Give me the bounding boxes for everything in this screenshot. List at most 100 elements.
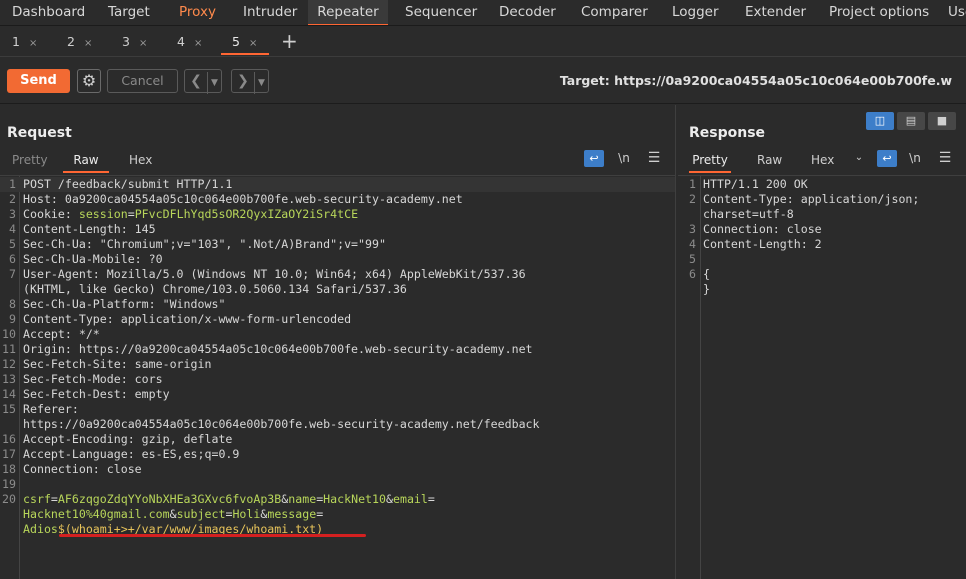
chevron-down-icon[interactable]: ⌄ (851, 149, 867, 169)
tab-intruder[interactable]: Intruder (243, 0, 297, 25)
code-line: 17 Accept-Language: es-ES,es;q=0.9 (0, 447, 675, 462)
tab-decoder[interactable]: Decoder (499, 0, 556, 25)
request-tab-pretty[interactable]: Pretty (12, 149, 48, 173)
repeater-tab-1[interactable]: 1 × (12, 31, 37, 55)
word-wrap-icon[interactable]: ↩ (877, 150, 897, 167)
tab-logger[interactable]: Logger (672, 0, 719, 25)
line-text: Host: 0a9200ca04554a05c10c064e00b700fe.w… (23, 192, 463, 207)
text-token: Connection: close (23, 462, 142, 476)
code-line: 14 Sec-Fetch-Dest: empty (0, 387, 675, 402)
text-token: Sec-Ch-Ua-Mobile: ?0 (23, 252, 163, 266)
split-horizontal-icon[interactable]: ◫ (866, 112, 894, 130)
line-text: } (703, 282, 710, 297)
response-tab-hex[interactable]: Hex (811, 149, 834, 173)
text-token: Sec-Fetch-Mode: cors (23, 372, 163, 386)
tab-target[interactable]: Target (108, 0, 150, 25)
chevron-down-icon[interactable]: ▼ (254, 72, 268, 94)
response-tab-raw[interactable]: Raw (757, 149, 782, 173)
close-icon[interactable]: × (249, 38, 257, 49)
text-token: Origin: https://0a9200ca04554a05c10c064e… (23, 342, 533, 356)
repeater-tab-label: 2 (67, 34, 75, 49)
code-line: 7 User-Agent: Mozilla/5.0 (Windows NT 10.… (0, 267, 675, 282)
code-line: 3 Connection: close (680, 222, 966, 237)
text-token: charset=utf-8 (703, 207, 794, 221)
line-number: 2 (689, 192, 696, 206)
tab-repeater[interactable]: Repeater (308, 0, 388, 25)
code-line: 6{ (680, 267, 966, 282)
text-token: Sec-Fetch-Site: same-origin (23, 357, 212, 371)
param-token: name (288, 492, 317, 506)
line-text: Content-Length: 2 (703, 237, 822, 252)
text-token: Accept: */* (23, 327, 100, 341)
gear-icon[interactable]: ⚙ (77, 69, 101, 93)
line-number: 17 (2, 447, 16, 461)
param-token: csrf (23, 492, 51, 506)
word-wrap-icon[interactable]: ↩ (584, 150, 604, 167)
repeater-tab-label: 4 (177, 34, 185, 49)
text-token: (KHTML, like Gecko) Chrome/103.0.5060.13… (23, 282, 407, 296)
line-number: 4 (689, 237, 696, 251)
text-token: POST /feedback/submit HTTP/1.1 (23, 177, 233, 191)
request-tab-raw[interactable]: Raw (63, 149, 109, 173)
target-label[interactable]: Target: https://0a9200ca04554a05c10c064e… (560, 73, 952, 88)
code-line: charset=utf-8 (680, 207, 966, 222)
single-pane-icon[interactable]: ■ (928, 112, 956, 130)
cancel-button[interactable]: Cancel (107, 69, 178, 93)
close-icon[interactable]: × (29, 38, 37, 49)
back-button[interactable]: ❮ ▼ (184, 69, 222, 94)
text-token: Sec-Ch-Ua: "Chromium";v="103", ".Not/A)B… (23, 237, 386, 251)
layout-toggle: ◫ ▤ ■ (866, 112, 958, 132)
tab-dashboard[interactable]: Dashboard (12, 0, 85, 25)
line-number: 11 (2, 342, 16, 356)
tab-user-options[interactable]: Use (948, 0, 966, 25)
repeater-tab-3[interactable]: 3 × (122, 31, 147, 55)
line-number: 6 (689, 267, 696, 281)
code-line: (KHTML, like Gecko) Chrome/103.0.5060.13… (0, 282, 675, 297)
line-number: 5 (9, 237, 16, 251)
line-text: Content-Type: application/json; (703, 192, 919, 207)
tab-sequencer[interactable]: Sequencer (405, 0, 477, 25)
forward-button[interactable]: ❯ ▼ (231, 69, 269, 94)
repeater-tab-5[interactable]: 5 × (221, 31, 269, 55)
line-number: 7 (9, 267, 16, 281)
code-line: 6 Sec-Ch-Ua-Mobile: ?0 (0, 252, 675, 267)
tab-extender[interactable]: Extender (745, 0, 806, 25)
repeater-tab-4[interactable]: 4 × (177, 31, 202, 55)
code-line: 5 (680, 252, 966, 267)
send-button[interactable]: Send (7, 69, 70, 93)
split-vertical-icon[interactable]: ▤ (897, 112, 925, 130)
param-token: AF6zqgoZdqYYoNbXHEa3GXvc6fvoAp3B (57, 492, 282, 506)
newline-toggle-icon[interactable]: \n (614, 149, 634, 169)
add-tab-icon[interactable]: + (281, 29, 298, 53)
code-line: 1 HTTP/1.1 200 OK (680, 177, 966, 192)
param-token: subject (176, 507, 226, 521)
chevron-left-icon: ❮ (190, 73, 202, 89)
code-line: 20 csrf=AF6zqgoZdqYYoNbXHEa3GXvc6fvoAp3B&… (0, 492, 675, 507)
code-line: 4 Content-Length: 145 (0, 222, 675, 237)
tab-project-options[interactable]: Project options (829, 0, 929, 25)
request-tab-hex[interactable]: Hex (129, 149, 152, 173)
line-number: 5 (689, 252, 696, 266)
line-text: HTTP/1.1 200 OK (703, 177, 808, 192)
line-text: Accept-Encoding: gzip, deflate (23, 432, 232, 447)
line-text: (KHTML, like Gecko) Chrome/103.0.5060.13… (23, 282, 407, 297)
code-line: 4 Content-Length: 2 (680, 237, 966, 252)
repeater-tab-2[interactable]: 2 × (67, 31, 92, 55)
close-icon[interactable]: × (139, 38, 147, 49)
newline-toggle-icon[interactable]: \n (905, 149, 925, 169)
code-line: 8 Sec-Ch-Ua-Platform: "Windows" (0, 297, 675, 312)
line-number: 1 (689, 177, 696, 191)
menu-icon[interactable]: ☰ (935, 149, 955, 169)
response-editor[interactable]: 1 HTTP/1.1 200 OK 2 Content-Type: applicati… (678, 175, 966, 579)
tab-proxy[interactable]: Proxy (179, 0, 216, 25)
tab-comparer[interactable]: Comparer (581, 0, 648, 25)
param-token: email (392, 492, 428, 506)
line-text: POST /feedback/submit HTTP/1.1 (23, 177, 232, 192)
chevron-down-icon[interactable]: ▼ (207, 72, 221, 94)
close-icon[interactable]: × (84, 38, 92, 49)
menu-icon[interactable]: ☰ (644, 149, 664, 169)
response-tab-pretty[interactable]: Pretty (689, 149, 731, 173)
close-icon[interactable]: × (194, 38, 202, 49)
code-line: 12 Sec-Fetch-Site: same-origin (0, 357, 675, 372)
request-editor[interactable]: 1 POST /feedback/submit HTTP/1.1 2 Host: 0a… (0, 175, 675, 579)
